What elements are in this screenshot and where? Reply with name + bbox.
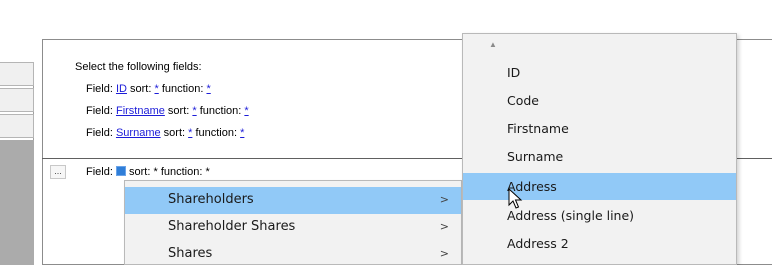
sort-label: sort: — [126, 83, 155, 95]
function-value[interactable]: * — [205, 166, 209, 178]
menu-item-label: Shares — [168, 246, 213, 261]
field-prefix: Field: — [86, 166, 116, 178]
field-row-active: Field: sort: * function: * — [86, 166, 210, 178]
field-link-id[interactable]: ID — [116, 83, 127, 95]
sort-label: sort: — [160, 127, 189, 139]
menu-item-shares[interactable]: Shares > — [125, 241, 461, 265]
function-link[interactable]: * — [206, 83, 210, 95]
field-item-address[interactable]: Address — [463, 173, 736, 200]
editor-header: Select the following fields: — [75, 61, 202, 73]
function-link[interactable]: * — [240, 127, 244, 139]
field-item-surname[interactable]: Surname — [463, 143, 736, 170]
function-label: function: — [192, 127, 241, 139]
field-item-firstname[interactable]: Firstname — [463, 115, 736, 142]
submenu-arrow-icon: > — [439, 193, 449, 206]
left-panel-tab-3[interactable] — [0, 114, 34, 138]
field-prefix: Field: — [86, 127, 116, 139]
field-item-address-2[interactable]: Address 2 — [463, 230, 736, 257]
field-menu: ▲ ID Code Firstname Surname Address Addr… — [462, 33, 737, 265]
scroll-up-icon[interactable]: ▲ — [489, 40, 497, 49]
menu-item-shareholders[interactable]: Shareholders > — [125, 187, 461, 214]
left-panel-tab-1[interactable] — [0, 62, 34, 86]
field-link-surname[interactable]: Surname — [116, 127, 161, 139]
left-panel-background — [0, 140, 34, 265]
function-label: function: — [157, 166, 206, 178]
field-link-firstname[interactable]: Firstname — [116, 105, 165, 117]
submenu-arrow-icon: > — [439, 220, 449, 233]
sort-label: sort: — [125, 166, 154, 178]
field-item-id[interactable]: ID — [463, 59, 736, 86]
sort-label: sort: — [164, 105, 193, 117]
field-item-label: Surname — [507, 149, 564, 164]
menu-item-label: Shareholder Shares — [168, 219, 296, 234]
field-prefix: Field: — [86, 105, 116, 117]
field-item-label: Code — [507, 93, 540, 108]
field-selector-placeholder[interactable] — [115, 166, 126, 176]
function-label: function: — [158, 83, 207, 95]
field-row-1: Field: ID sort: * function: * — [86, 83, 211, 95]
function-label: function: — [196, 105, 245, 117]
field-item-address-single-line[interactable]: Address (single line) — [463, 202, 736, 229]
field-item-code[interactable]: Code — [463, 87, 736, 114]
function-link[interactable]: * — [244, 105, 248, 117]
field-item-label: Address (single line) — [507, 208, 635, 223]
field-item-label: Address 2 — [507, 236, 569, 251]
left-panel-tab-2[interactable] — [0, 88, 34, 112]
menu-item-shareholder-shares[interactable]: Shareholder Shares > — [125, 214, 461, 241]
mouse-cursor-icon — [508, 188, 523, 209]
field-row-3: Field: Surname sort: * function: * — [86, 127, 244, 139]
field-row-2: Field: Firstname sort: * function: * — [86, 105, 249, 117]
field-item-label: Firstname — [507, 121, 569, 136]
menu-item-label: Shareholders — [168, 192, 254, 207]
more-options-button[interactable]: ... — [50, 165, 66, 179]
field-prefix: Field: — [86, 83, 116, 95]
field-item-label: ID — [507, 65, 521, 80]
submenu-arrow-icon: > — [439, 247, 449, 260]
table-menu: Shareholders > Shareholder Shares > Shar… — [124, 180, 462, 265]
